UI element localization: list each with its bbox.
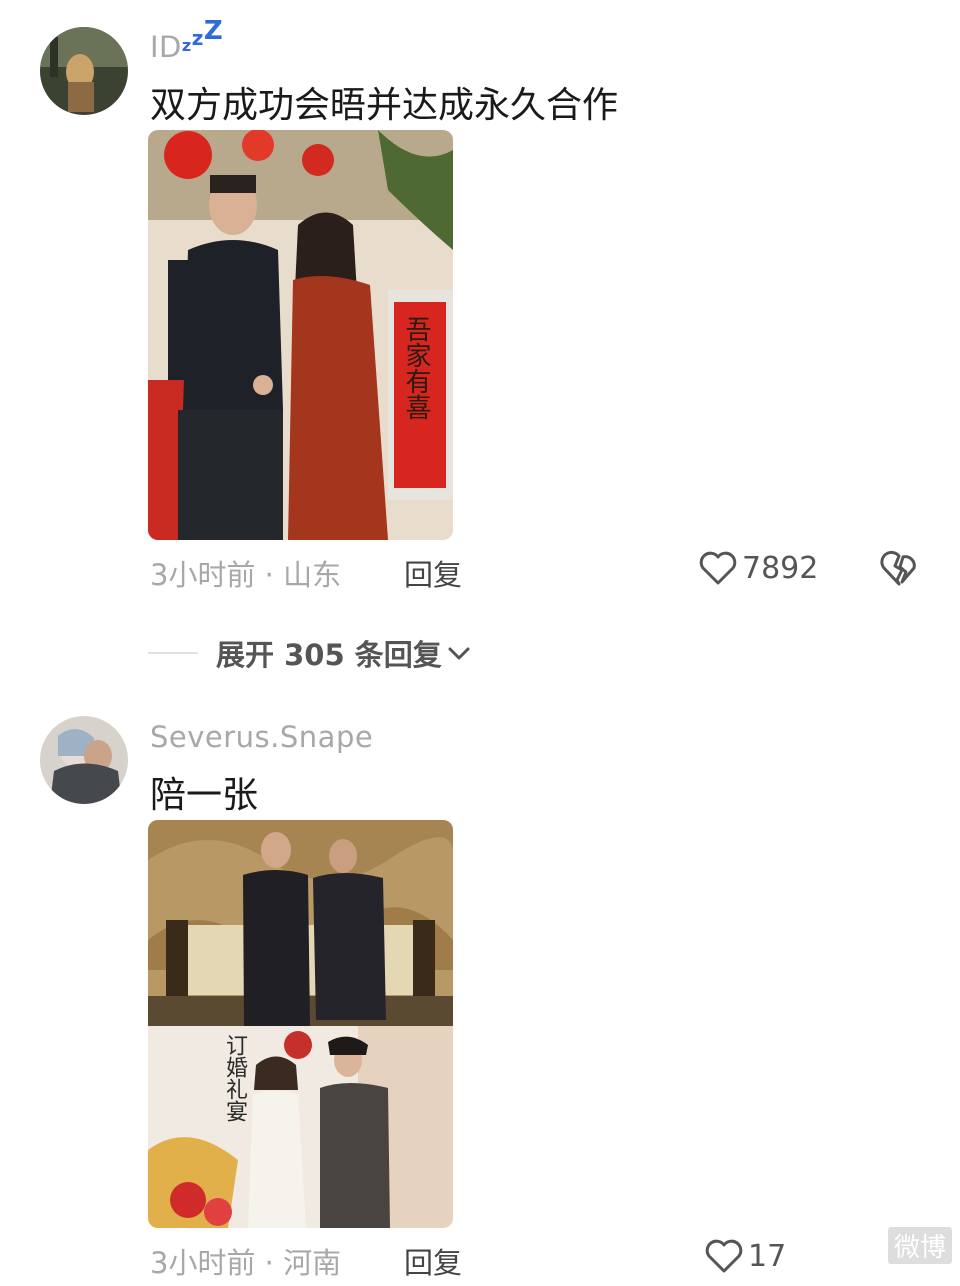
like-button[interactable]: 7892: [698, 550, 818, 586]
reply-button[interactable]: 回复: [404, 552, 462, 594]
expand-replies-label: 展开 305 条回复: [216, 638, 442, 672]
avatar[interactable]: [40, 27, 128, 115]
timestamp: 3小时前: [150, 1246, 256, 1280]
sleeping-badge-icon: zzZ: [181, 16, 224, 55]
expand-replies[interactable]: 展开 305 条回复: [148, 632, 472, 674]
like-button[interactable]: 17: [704, 1238, 786, 1274]
comment-text: 双方成功会晤并达成永久合作: [150, 85, 619, 126]
comment-meta: 3小时前 · 河南: [150, 1240, 341, 1282]
reply-button[interactable]: 回复: [404, 1240, 462, 1282]
comment-text: 陪一张: [150, 775, 259, 816]
timestamp: 3小时前: [150, 558, 256, 592]
chevron-down-icon: [448, 647, 470, 660]
heart-icon: [705, 1239, 743, 1273]
avatar[interactable]: [40, 716, 128, 804]
photo-sign-text: 订婚礼宴: [222, 1034, 247, 1122]
heart-icon: [699, 551, 737, 585]
location: 河南: [283, 1246, 342, 1280]
photo-banner-text: 吾家有喜: [401, 316, 431, 420]
username-text: ID: [150, 30, 182, 64]
separator: ·: [264, 1246, 284, 1280]
username[interactable]: Severus.Snape: [150, 720, 373, 754]
location: 山东: [283, 558, 342, 592]
separator: ·: [264, 558, 284, 592]
comment-meta: 3小时前 · 山东: [150, 552, 341, 594]
watermark: 微博: [887, 1227, 952, 1264]
like-count: 7892: [742, 550, 819, 586]
like-count: 17: [748, 1238, 787, 1274]
dislike-button[interactable]: [878, 548, 920, 592]
broken-heart-icon: [880, 550, 916, 586]
divider-line: [148, 652, 198, 654]
comment-photo[interactable]: 订婚礼宴: [148, 820, 453, 1228]
comment-photo[interactable]: 吾家有喜: [148, 130, 453, 540]
username[interactable]: IDzzZ: [150, 16, 224, 64]
